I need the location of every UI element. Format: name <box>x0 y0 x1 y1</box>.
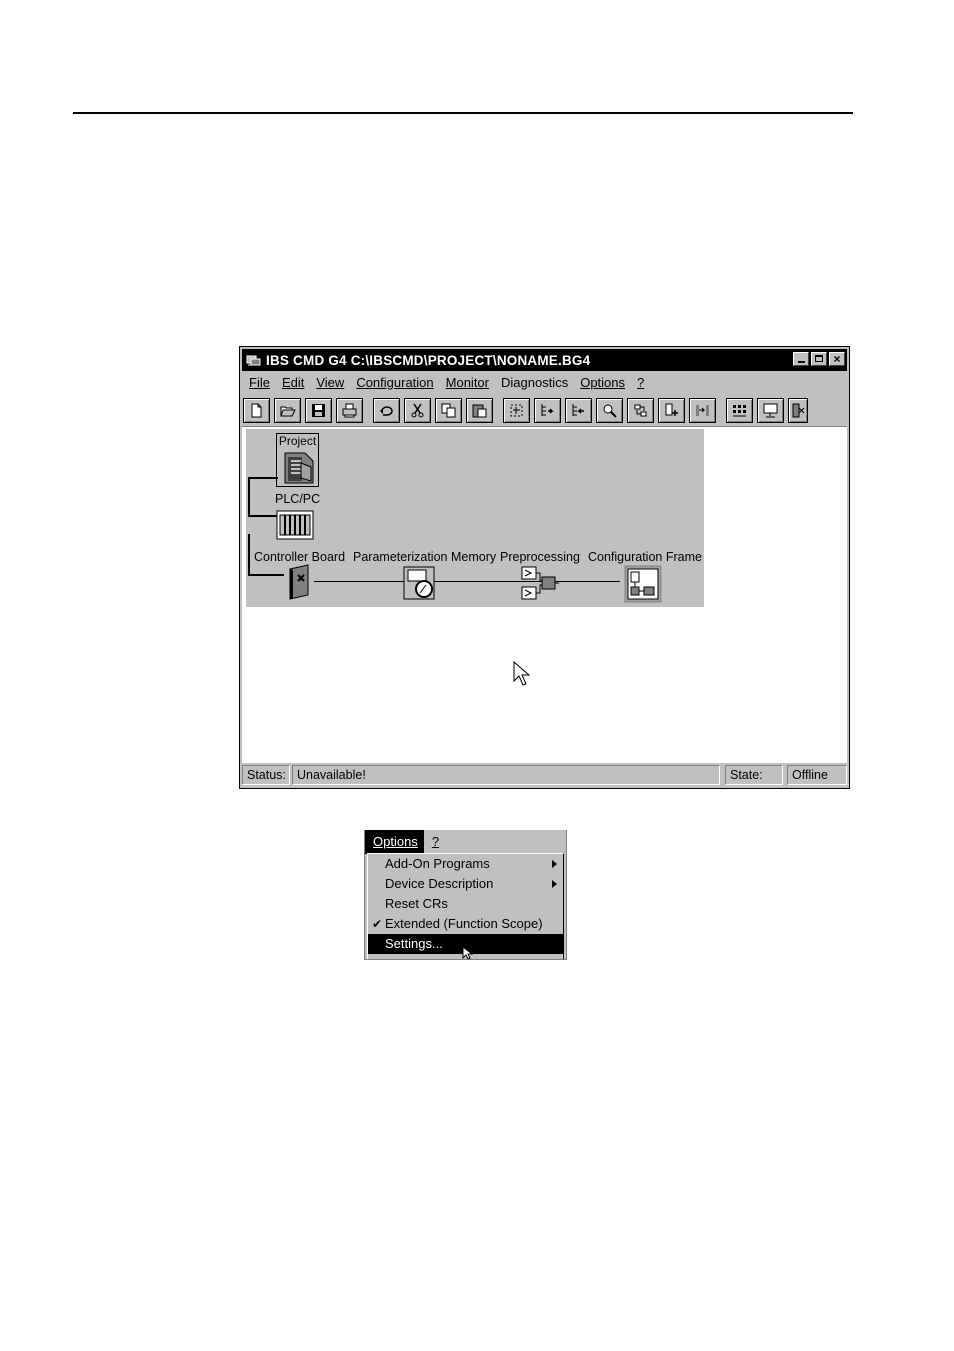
paste-icon[interactable] <box>466 398 493 423</box>
tree-line <box>248 477 278 479</box>
open-folder-icon[interactable] <box>274 398 301 423</box>
new-file-icon[interactable] <box>243 398 270 423</box>
state-label: State: <box>725 765 783 785</box>
controller-board-icon <box>289 564 309 600</box>
save-icon[interactable] <box>305 398 332 423</box>
controller-board-label: Controller Board <box>254 550 346 564</box>
menu-item-device-description[interactable]: Device Description <box>368 874 563 894</box>
tree-line <box>248 515 278 517</box>
copy-icon[interactable] <box>435 398 462 423</box>
tree-line <box>248 477 250 517</box>
plc-rack-icon <box>276 510 314 540</box>
menu-options-active[interactable]: Options <box>365 830 424 854</box>
preprocessing-node[interactable] <box>520 565 560 608</box>
select-icon[interactable] <box>503 398 530 423</box>
workspace[interactable]: Project PLC/PC Controller Board Paramete… <box>242 426 847 763</box>
menu-help[interactable]: ? <box>631 373 650 393</box>
menu-diagnostics[interactable]: Diagnostics <box>495 373 574 393</box>
menu-item-reset-crs[interactable]: Reset CRs <box>368 894 563 914</box>
diagnostic-icon[interactable] <box>788 398 808 423</box>
project-node[interactable]: Project <box>276 433 319 487</box>
preprocessing-label: Preprocessing <box>500 550 580 564</box>
app-icon <box>246 353 262 367</box>
plc-label: PLC/PC <box>275 492 321 506</box>
menu-item-add-on-programs[interactable]: Add-On Programs <box>368 854 563 874</box>
submenu-arrow-icon <box>552 860 557 868</box>
close-icon: × <box>833 352 841 366</box>
page-header-rule <box>73 112 853 114</box>
mouse-pointer-icon <box>513 661 531 686</box>
search-device-icon[interactable] <box>596 398 623 423</box>
menu-item-settings[interactable]: Settings... <box>368 934 563 959</box>
toolbar <box>243 397 808 424</box>
checkmark-icon: ✔ <box>372 917 383 931</box>
controller-board-node[interactable] <box>286 563 312 606</box>
options-menu-excerpt: Options ? Add-On Programs Device Descrip… <box>364 830 567 960</box>
param-memory-icon <box>403 566 435 600</box>
configuration-diagram: Project PLC/PC Controller Board Paramete… <box>246 429 704 607</box>
menu-monitor[interactable]: Monitor <box>440 373 495 393</box>
menu-configuration[interactable]: Configuration <box>350 373 439 393</box>
cut-icon[interactable] <box>404 398 431 423</box>
minimize-button[interactable] <box>793 352 809 366</box>
mouse-pointer-icon <box>462 946 474 959</box>
config-frame-node[interactable] <box>624 565 662 608</box>
config-frame-label: Configuration Frame <box>588 550 702 564</box>
add-module-icon[interactable] <box>658 398 685 423</box>
app-window: IBS CMD G4 C:\IBSCMD\PROJECT\NONAME.BG4 … <box>239 346 850 789</box>
bus-structure-icon[interactable] <box>726 398 753 423</box>
replace-icon[interactable] <box>627 398 654 423</box>
menu-file[interactable]: File <box>242 373 276 393</box>
monitor-icon[interactable] <box>757 398 784 423</box>
menu-item-extended-function-scope[interactable]: ✔ Extended (Function Scope) <box>368 914 563 934</box>
window-title: IBS CMD G4 C:\IBSCMD\PROJECT\NONAME.BG4 <box>266 352 591 368</box>
menu-options[interactable]: Options <box>574 373 631 393</box>
status-value: Unavailable! <box>292 765 720 785</box>
preprocessing-icon <box>521 566 559 600</box>
insert-before-icon[interactable] <box>565 398 592 423</box>
bus-line <box>314 581 620 582</box>
options-menu-bar: Options ? <box>365 830 447 854</box>
status-bar: Status: Unavailable! State: Offline <box>242 765 847 786</box>
maximize-button[interactable] <box>811 352 827 366</box>
menu-help-excerpt[interactable]: ? <box>424 830 447 854</box>
state-value: Offline <box>787 765 847 785</box>
plc-node[interactable] <box>276 509 314 546</box>
connect-icon[interactable] <box>689 398 716 423</box>
config-frame-icon <box>624 565 662 603</box>
insert-after-icon[interactable] <box>534 398 561 423</box>
menu-bar: File Edit View Configuration Monitor Dia… <box>242 373 650 393</box>
menu-edit[interactable]: Edit <box>276 373 310 393</box>
menu-view[interactable]: View <box>310 373 350 393</box>
title-bar[interactable]: IBS CMD G4 C:\IBSCMD\PROJECT\NONAME.BG4 … <box>242 349 847 371</box>
status-label: Status: <box>242 765 290 785</box>
param-memory-label: Parameterization Memory <box>353 550 497 564</box>
close-button[interactable]: × <box>829 352 845 366</box>
tree-line <box>248 574 284 576</box>
undo-icon[interactable] <box>373 398 400 423</box>
print-icon[interactable] <box>336 398 363 423</box>
options-dropdown: Add-On Programs Device Description Reset… <box>367 853 564 959</box>
submenu-arrow-icon <box>552 880 557 888</box>
tree-line <box>248 534 250 576</box>
param-memory-node[interactable] <box>402 565 440 606</box>
project-icon <box>284 452 314 484</box>
project-label: Project <box>278 434 317 448</box>
